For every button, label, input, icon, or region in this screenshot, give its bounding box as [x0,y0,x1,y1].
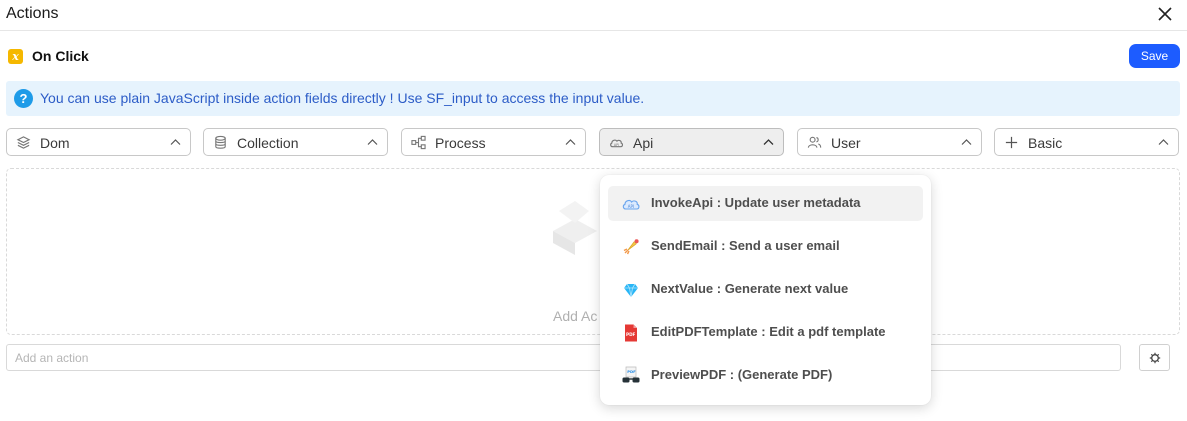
category-process[interactable]: Process [401,128,586,156]
svg-text:PDF: PDF [627,369,636,374]
chevron-up-icon [1158,139,1169,145]
chevron-up-icon [367,139,378,145]
gear-icon [1149,352,1161,364]
event-row: x On Click Save [0,44,1187,70]
svg-text:API: API [614,143,619,147]
api-actions-menu: API InvokeApi : Update user metadata Sen… [600,175,931,405]
info-banner: ? You can use plain JavaScript inside ac… [6,81,1180,116]
menu-item-sendemail[interactable]: SendEmail : Send a user email [608,229,923,264]
menu-item-editpdftemplate[interactable]: PDF EditPDFTemplate : Edit a pdf templat… [608,315,923,350]
menu-item-invokeapi[interactable]: API InvokeApi : Update user metadata [608,186,923,221]
question-icon: ? [14,89,33,108]
menu-item-label: EditPDFTemplate : Edit a pdf template [651,324,886,339]
chevron-up-icon [170,139,181,145]
menu-item-label: PreviewPDF : (Generate PDF) [651,367,833,382]
category-label: Process [435,135,486,151]
category-user[interactable]: User [797,128,982,156]
pdf-file-icon: PDF [625,324,637,342]
dialog-header: Actions [0,0,1187,31]
cloud-api-icon: API [622,199,640,210]
svg-text:API: API [628,204,634,209]
plus-icon [1005,136,1018,149]
event-label: On Click [32,48,89,64]
pdf-glasses-icon: PDF [622,366,640,383]
function-icon: x [8,49,23,64]
menu-item-label: NextValue : Generate next value [651,281,849,296]
layers-icon [16,136,31,149]
category-dom[interactable]: Dom [6,128,191,156]
add-action-input[interactable] [6,344,1121,371]
svg-text:PDF: PDF [626,332,636,337]
workflow-icon [411,135,426,150]
close-icon[interactable] [1155,4,1175,24]
category-api[interactable]: API Api [599,128,784,156]
chevron-up-icon [961,139,972,145]
cloud-api-icon: API [610,139,624,148]
category-label: Basic [1028,135,1063,151]
dialog-title: Actions [6,5,59,22]
action-settings-button[interactable] [1139,344,1170,371]
menu-item-nextvalue[interactable]: NextValue : Generate next value [608,272,923,307]
category-label: Api [633,135,654,151]
category-label: Dom [40,135,70,151]
users-icon [807,136,822,148]
action-categories: Dom Collection Process API Api User Basi… [6,128,1180,156]
actions-dropzone: Add Ac [6,168,1180,335]
rocket-icon [623,239,639,255]
database-icon [215,135,226,149]
empty-box-icon [553,201,597,255]
category-basic[interactable]: Basic [994,128,1179,156]
empty-state-text: Add Ac [553,308,598,324]
category-label: User [831,135,861,151]
chevron-up-icon [763,139,774,145]
menu-item-label: InvokeApi : Update user metadata [651,195,861,210]
info-text: You can use plain JavaScript inside acti… [40,90,645,106]
menu-item-label: SendEmail : Send a user email [651,238,840,253]
diamond-icon [624,283,638,298]
category-label: Collection [237,135,299,151]
menu-item-previewpdf[interactable]: PDF PreviewPDF : (Generate PDF) [608,358,923,393]
chevron-up-icon [565,139,576,145]
save-button[interactable]: Save [1129,44,1180,68]
category-collection[interactable]: Collection [203,128,388,156]
